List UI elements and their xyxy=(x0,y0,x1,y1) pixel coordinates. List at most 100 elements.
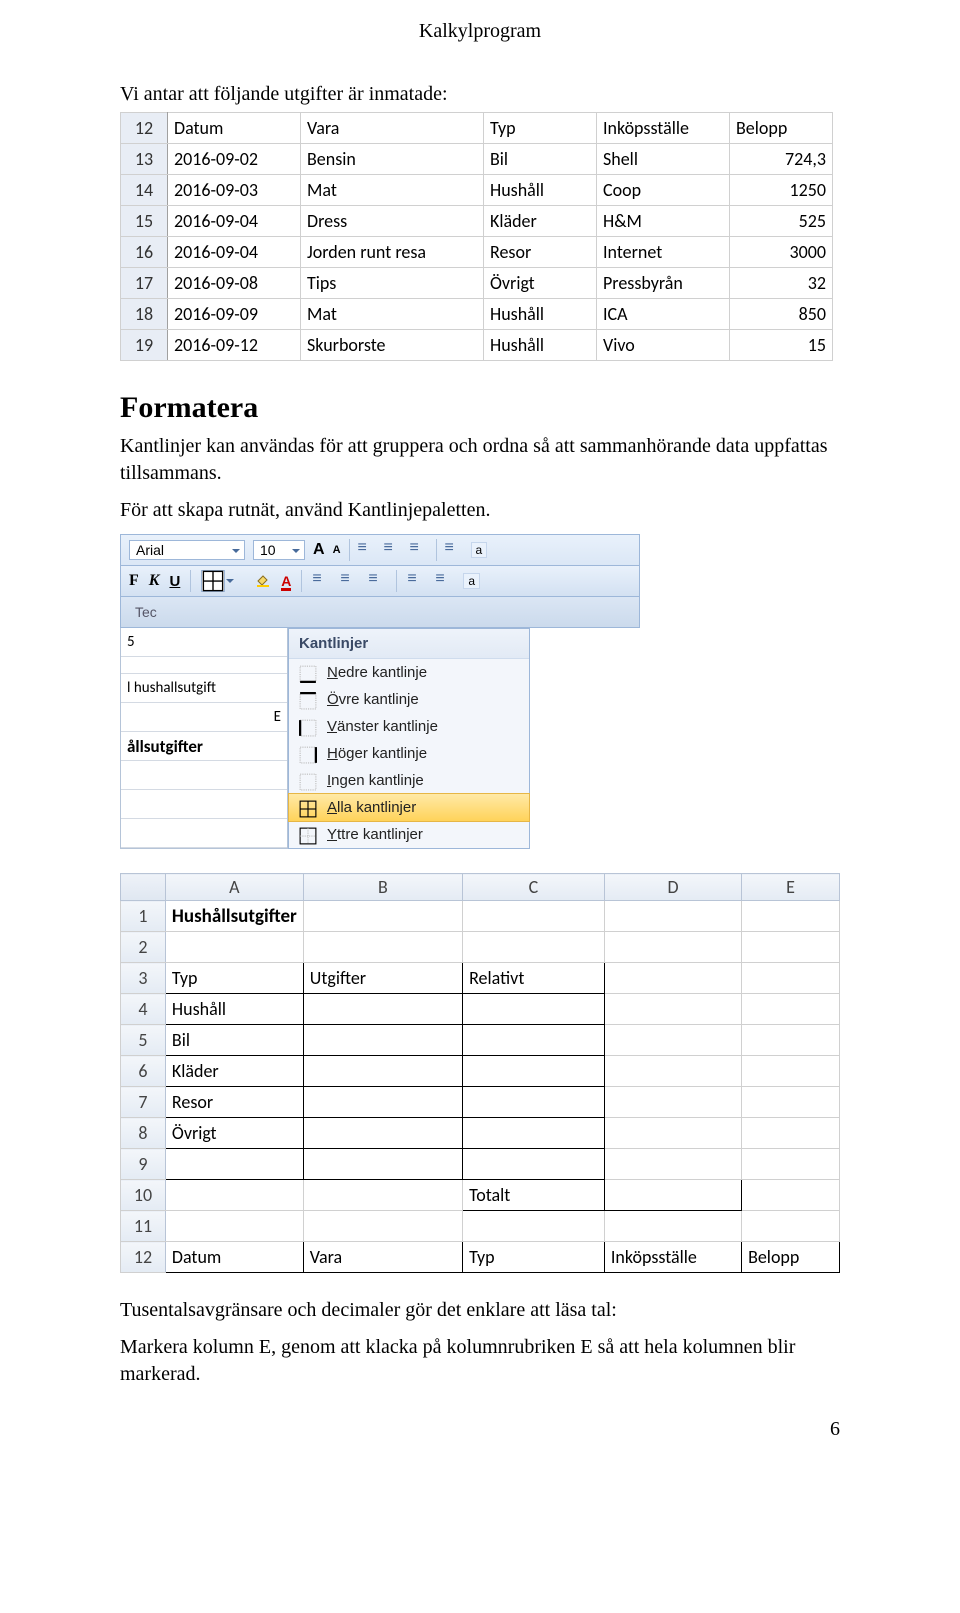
column-header[interactable]: B xyxy=(303,874,462,901)
grid-cell[interactable] xyxy=(742,1211,840,1242)
grid-cell[interactable] xyxy=(604,994,741,1025)
grid-cell[interactable] xyxy=(604,1087,741,1118)
grid-cell[interactable] xyxy=(604,1056,741,1087)
grid-cell[interactable] xyxy=(742,932,840,963)
grid-cell[interactable] xyxy=(165,932,303,963)
grid-cell[interactable] xyxy=(604,1025,741,1056)
grid-cell[interactable] xyxy=(742,1087,840,1118)
border-option[interactable]: Yttre kantlinjer xyxy=(289,821,529,848)
grid-cell[interactable] xyxy=(303,1211,462,1242)
borders-dropdown[interactable] xyxy=(201,570,225,592)
row-number[interactable]: 12 xyxy=(121,1242,166,1273)
merge-icon[interactable]: a xyxy=(463,573,480,589)
border-option[interactable]: Övre kantlinje xyxy=(289,686,529,713)
grid-cell[interactable]: Vara xyxy=(303,1242,462,1273)
bold-button[interactable]: F xyxy=(129,572,139,590)
font-color-icon[interactable]: A xyxy=(281,573,291,589)
grid-cell[interactable]: Resor xyxy=(165,1087,303,1118)
grid-cell[interactable] xyxy=(604,1118,741,1149)
italic-button[interactable]: K xyxy=(149,572,160,590)
column-header[interactable]: C xyxy=(463,874,605,901)
border-option[interactable]: Ingen kantlinje xyxy=(289,767,529,794)
border-option[interactable]: Nedre kantlinje xyxy=(289,659,529,686)
grid-cell[interactable]: Kläder xyxy=(165,1056,303,1087)
align-left-icon[interactable] xyxy=(312,574,330,588)
grid-cell[interactable] xyxy=(604,1149,741,1180)
grid-cell[interactable]: Typ xyxy=(463,1242,605,1273)
grid-cell[interactable] xyxy=(742,1118,840,1149)
grid-cell[interactable] xyxy=(165,1211,303,1242)
align-top-icon[interactable] xyxy=(358,543,376,557)
align-bottom-icon[interactable] xyxy=(410,543,428,557)
grid-cell[interactable] xyxy=(604,1180,741,1211)
grid-cell[interactable] xyxy=(463,1118,605,1149)
column-header[interactable]: D xyxy=(604,874,741,901)
font-size-combo[interactable]: 10 xyxy=(253,540,305,560)
grid-cell[interactable]: Hushåll xyxy=(165,994,303,1025)
grid-cell[interactable]: Utgifter xyxy=(303,963,462,994)
row-number[interactable]: 7 xyxy=(121,1087,166,1118)
row-number[interactable]: 4 xyxy=(121,994,166,1025)
row-number[interactable]: 2 xyxy=(121,932,166,963)
font-name-combo[interactable]: Arial xyxy=(129,540,245,560)
decrease-indent-icon[interactable] xyxy=(407,574,425,588)
grid-cell[interactable] xyxy=(303,1118,462,1149)
grid-cell[interactable] xyxy=(463,1087,605,1118)
grid-cell[interactable] xyxy=(303,1087,462,1118)
increase-indent-icon[interactable] xyxy=(435,574,453,588)
column-header[interactable]: A xyxy=(165,874,303,901)
grid-cell[interactable] xyxy=(742,963,840,994)
grid-cell[interactable] xyxy=(463,1025,605,1056)
row-number[interactable]: 9 xyxy=(121,1149,166,1180)
grid-cell[interactable]: Belopp xyxy=(742,1242,840,1273)
grid-cell[interactable] xyxy=(742,1180,840,1211)
grid-cell[interactable] xyxy=(303,932,462,963)
grid-cell[interactable] xyxy=(303,901,462,932)
grid-cell[interactable] xyxy=(165,1180,303,1211)
grid-cell[interactable]: Totalt xyxy=(463,1180,605,1211)
grid-cell[interactable] xyxy=(303,1180,462,1211)
row-number[interactable]: 3 xyxy=(121,963,166,994)
grid-cell[interactable] xyxy=(604,901,741,932)
grid-cell[interactable] xyxy=(742,1025,840,1056)
grid-cell[interactable] xyxy=(303,994,462,1025)
border-option[interactable]: Vänster kantlinje xyxy=(289,713,529,740)
grid-cell[interactable]: Bil xyxy=(165,1025,303,1056)
row-number[interactable]: 11 xyxy=(121,1211,166,1242)
underline-button[interactable]: U xyxy=(169,573,180,590)
grid-cell[interactable]: Relativt xyxy=(463,963,605,994)
grid-cell[interactable]: Datum xyxy=(165,1242,303,1273)
grid-cell[interactable] xyxy=(742,1149,840,1180)
grid-cell[interactable] xyxy=(463,1056,605,1087)
grid-cell[interactable] xyxy=(463,1211,605,1242)
grid-cell[interactable]: Hushållsutgifter xyxy=(165,901,303,932)
row-number[interactable]: 10 xyxy=(121,1180,166,1211)
row-number[interactable]: 8 xyxy=(121,1118,166,1149)
grid-cell[interactable] xyxy=(303,1056,462,1087)
grid-cell[interactable]: Övrigt xyxy=(165,1118,303,1149)
border-option[interactable]: Alla kantlinjer xyxy=(288,793,530,822)
grid-cell[interactable]: Inköpsställe xyxy=(604,1242,741,1273)
row-number[interactable]: 1 xyxy=(121,901,166,932)
grid-cell[interactable] xyxy=(303,1149,462,1180)
grid-cell[interactable] xyxy=(463,1149,605,1180)
grow-font-icon[interactable]: A xyxy=(313,541,325,559)
grid-cell[interactable] xyxy=(604,932,741,963)
grid-cell[interactable] xyxy=(742,901,840,932)
grid-cell[interactable] xyxy=(303,1025,462,1056)
select-all-corner[interactable] xyxy=(121,874,166,901)
column-header[interactable]: E xyxy=(742,874,840,901)
grid-cell[interactable] xyxy=(463,901,605,932)
align-right-icon[interactable] xyxy=(368,574,386,588)
align-middle-icon[interactable] xyxy=(384,543,402,557)
wrap-text-icon[interactable]: a xyxy=(471,542,488,558)
row-number[interactable]: 6 xyxy=(121,1056,166,1087)
grid-cell[interactable] xyxy=(463,932,605,963)
align-center-icon[interactable] xyxy=(340,574,358,588)
shrink-font-icon[interactable]: A xyxy=(333,544,341,556)
fill-color-icon[interactable] xyxy=(255,572,271,591)
border-option[interactable]: Höger kantlinje xyxy=(289,740,529,767)
grid-cell[interactable] xyxy=(463,994,605,1025)
grid-cell[interactable]: Typ xyxy=(165,963,303,994)
orientation-icon[interactable] xyxy=(445,543,463,557)
